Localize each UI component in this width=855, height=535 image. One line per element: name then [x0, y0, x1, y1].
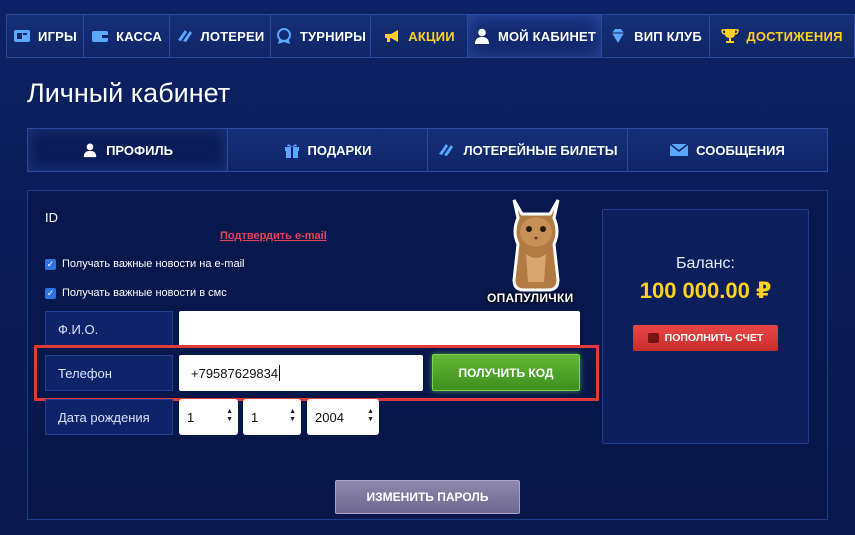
nav-item-label: МОЙ КАБИНЕТ	[497, 28, 597, 44]
user-icon	[474, 28, 489, 44]
megaphone-icon	[385, 30, 399, 42]
tab-lottery-tickets[interactable]: ЛОТЕРЕЙНЫЕ БИЛЕТЫ	[428, 129, 628, 171]
user-icon	[83, 143, 97, 158]
nav-item-lotteries[interactable]: ЛОТЕРЕИ	[169, 14, 270, 58]
gift-icon	[284, 144, 299, 158]
dob-day-select[interactable]: 1 ▲ ▼	[179, 399, 238, 435]
dob-label: Дата рождения	[45, 399, 173, 435]
tab-profile[interactable]: ПРОФИЛЬ	[28, 129, 228, 171]
balance-value: 100 000.00 ₽	[639, 278, 772, 303]
ticket-icon	[439, 144, 454, 156]
nav-item-my-cabinet[interactable]: МОЙ КАБИНЕТ	[467, 14, 601, 58]
confirm-email-link[interactable]: Подтвердить e-mail	[220, 230, 327, 242]
nav-item-label: ТУРНИРЫ	[299, 28, 367, 44]
tab-label: ЛОТЕРЕЙНЫЕ БИЛЕТЫ	[463, 142, 618, 158]
top-up-label: ПОПОЛНИТЬ СЧЕТ	[664, 332, 764, 344]
gamepad-icon	[14, 30, 31, 42]
dob-month-select[interactable]: 1 ▲ ▼	[243, 399, 301, 435]
top-up-button[interactable]: ПОПОЛНИТЬ СЧЕТ	[633, 325, 778, 351]
ticket-icon	[177, 30, 192, 42]
tab-label: ПРОФИЛЬ	[106, 142, 173, 158]
fio-label: Ф.И.О.	[45, 311, 173, 347]
sms-news-checkbox[interactable]: ✓	[45, 287, 56, 299]
top-nav: ИГРЫ КАССА ЛОТЕРЕИ ТУРНИРЫ АКЦИИ МОЙ КАБ…	[6, 14, 855, 58]
change-password-button[interactable]: ИЗМЕНИТЬ ПАРОЛЬ	[335, 480, 520, 514]
email-news-checkbox-row[interactable]: ✓ Получать важные новости на e-mail	[45, 258, 244, 270]
nav-item-achievements[interactable]: ДОСТИЖЕНИЯ	[709, 14, 855, 58]
checkbox-label: Получать важные новости в смс	[62, 287, 227, 299]
dob-year-value: 2004	[315, 409, 344, 425]
tab-gifts[interactable]: ПОДАРКИ	[228, 129, 428, 171]
nav-item-label: ВИП КЛУБ	[634, 28, 702, 44]
checkbox-label: Получать важные новости на e-mail	[62, 258, 245, 270]
user-id-label: ID	[45, 210, 58, 225]
text-cursor	[279, 365, 281, 381]
phone-label: Телефон	[45, 355, 173, 391]
dob-month-value: 1	[251, 409, 259, 425]
wallet-icon	[92, 31, 109, 42]
get-code-button[interactable]: ПОЛУЧИТЬ КОД	[432, 354, 580, 391]
nav-item-cashier[interactable]: КАССА	[83, 14, 169, 58]
phone-field[interactable]: +79587629834	[179, 355, 423, 391]
nav-item-label: ИГРЫ	[38, 28, 77, 44]
balance-label: Баланс:	[676, 255, 735, 272]
nav-item-vip-club[interactable]: ВИП КЛУБ	[601, 14, 709, 58]
nav-item-tournaments[interactable]: ТУРНИРЫ	[270, 14, 370, 58]
nav-item-label: ДОСТИЖЕНИЯ	[746, 28, 843, 44]
cat-sticker-image	[512, 199, 560, 292]
nav-item-label: КАССА	[116, 28, 162, 44]
nav-item-games[interactable]: ИГРЫ	[6, 14, 83, 58]
diamond-icon	[612, 29, 625, 43]
select-arrows-icon: ▲ ▼	[289, 408, 296, 423]
nav-item-label: АКЦИИ	[408, 28, 455, 44]
phone-value: +79587629834	[191, 365, 279, 381]
select-arrows-icon: ▲ ▼	[226, 408, 233, 423]
envelope-icon	[670, 143, 689, 156]
cup-icon	[721, 29, 740, 43]
fio-field[interactable]	[179, 311, 580, 347]
tab-label: СООБЩЕНИЯ	[696, 142, 785, 158]
nav-item-label: ЛОТЕРЕИ	[200, 28, 265, 44]
sms-news-checkbox-row[interactable]: ✓ Получать важные новости в смс	[45, 287, 227, 299]
wallet-icon	[647, 333, 659, 343]
nav-item-promotions[interactable]: АКЦИИ	[370, 14, 467, 58]
page-title: Личный кабинет	[27, 78, 231, 108]
tab-messages[interactable]: СООБЩЕНИЯ	[628, 129, 827, 171]
select-arrows-icon: ▲ ▼	[367, 408, 374, 423]
trophy-badge-icon	[276, 28, 291, 44]
dob-day-value: 1	[187, 409, 195, 425]
sticker-caption: ОПАПУЛИЧКИ	[487, 291, 574, 305]
profile-tabs: ПРОФИЛЬ ПОДАРКИ ЛОТЕРЕЙНЫЕ БИЛЕТЫ СООБЩЕ…	[27, 128, 828, 172]
dob-year-select[interactable]: 2004 ▲ ▼	[307, 399, 379, 435]
tab-label: ПОДАРКИ	[307, 142, 372, 158]
email-news-checkbox[interactable]: ✓	[45, 258, 56, 270]
